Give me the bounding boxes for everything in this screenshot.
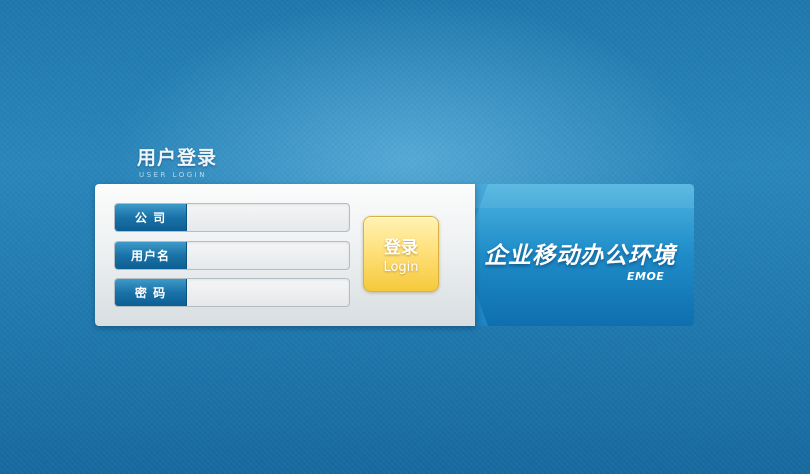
page-subtitle: USER LOGIN [139, 171, 207, 179]
login-header: 用户登录 USER LOGIN [137, 143, 217, 179]
username-label: 用户名 [115, 242, 187, 269]
banner-subtitle: EMOE [627, 270, 665, 283]
banner-title: 企业移动办公环境 [484, 243, 676, 269]
password-input[interactable] [187, 279, 349, 306]
username-field: 用户名 [114, 241, 350, 270]
username-input[interactable] [187, 242, 349, 269]
company-field: 公 司 [114, 203, 350, 232]
login-button[interactable]: 登录 Login [363, 216, 439, 292]
company-input[interactable] [187, 204, 349, 231]
login-button-label-zh: 登录 [384, 238, 418, 258]
password-field: 密 码 [114, 278, 350, 307]
login-panel: 公 司 用户名 密 码 登录 Login [95, 184, 475, 326]
company-label: 公 司 [115, 204, 187, 231]
password-label: 密 码 [115, 279, 187, 306]
page-title: 用户登录 [137, 147, 218, 169]
login-button-label-en: Login [383, 260, 419, 275]
